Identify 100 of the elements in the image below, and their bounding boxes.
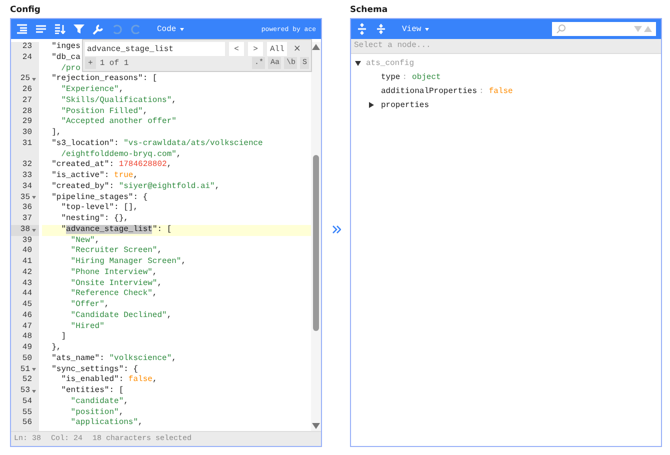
expanded-arrow-icon[interactable]: [355, 60, 361, 66]
code-line: /pro: [60, 64, 80, 74]
line-number: 42: [22, 268, 32, 278]
code-line: "New",: [70, 236, 100, 246]
code-line: "nesting": {},: [60, 214, 128, 225]
mode-dropdown[interactable]: Code: [153, 22, 188, 36]
line-number: 41: [22, 257, 32, 268]
line-number: 33: [22, 171, 32, 182]
line-number: 45: [22, 300, 32, 311]
line-number: 29: [22, 117, 32, 128]
code-line: "advance_stage_list": [: [60, 224, 172, 236]
code-line: ],: [50, 128, 62, 139]
code-line: "s3_location": "vs-crawldata/ats/volkscience: [50, 138, 263, 150]
code-line: "created_at": 1784628802,: [50, 160, 172, 171]
line-number: 28: [22, 106, 32, 118]
tree-node[interactable]: properties: [381, 100, 430, 110]
tree-node[interactable]: ats_config: [366, 58, 414, 68]
line-number: 44: [22, 289, 32, 300]
double-chevron-icon[interactable]: [332, 225, 340, 234]
property-value: object: [412, 72, 441, 82]
wrench-icon[interactable]: [92, 24, 104, 34]
code-line: "position",: [70, 408, 124, 418]
match-count: 1 of 1: [100, 58, 129, 68]
search-field[interactable]: [552, 22, 656, 36]
line-number: 53: [20, 386, 30, 397]
line-number: 39: [22, 236, 32, 246]
code-line: "db_ca: [50, 52, 80, 64]
line-number: 36: [22, 203, 32, 214]
code-line: "Candidate Declined",: [70, 310, 172, 322]
panel-title: Schema: [350, 4, 389, 17]
collapse-all-icon[interactable]: [375, 23, 387, 35]
fold-arrow-icon[interactable]: [32, 228, 36, 232]
line-number: 40: [22, 246, 32, 257]
search-icon[interactable]: [556, 24, 566, 34]
code-line: "Onsite Interview",: [70, 278, 162, 289]
code-line: "Hired": [70, 322, 104, 332]
code-line: },: [50, 343, 62, 354]
line-number: 32: [22, 160, 32, 171]
line-number: 24: [22, 52, 32, 64]
line-number: 48: [22, 332, 32, 343]
line-number: 46: [22, 310, 32, 322]
replace-toggle-button[interactable]: +: [85, 57, 96, 69]
line-number: 25: [20, 74, 30, 85]
property-value: false: [488, 86, 513, 96]
code-line: "ats_name": "volkscience",: [50, 354, 176, 364]
code-line: "sync_settings": {: [50, 364, 138, 375]
format-icon[interactable]: [16, 24, 28, 34]
compact-icon[interactable]: [35, 24, 47, 34]
panel-title: Config: [10, 4, 42, 17]
expand-all-icon[interactable]: [356, 23, 368, 35]
line-number: 23: [22, 42, 32, 53]
scrollbar[interactable]: [311, 42, 321, 431]
line-number: 56: [22, 418, 32, 429]
line-number: 54: [22, 396, 32, 408]
close-button[interactable]: ×: [291, 44, 303, 54]
line-number: 30: [22, 128, 32, 139]
view-dropdown[interactable]: View: [398, 22, 434, 36]
code-line: "Recruiter Screen",: [70, 246, 162, 257]
code-line: "Accepted another offer": [60, 117, 176, 128]
code-line: "Phone Interview",: [70, 268, 158, 278]
line-number: 51: [20, 364, 30, 376]
node-path-bar: Select a node...: [351, 39, 661, 54]
line-number: 50: [22, 354, 32, 364]
next-button[interactable]: >: [248, 42, 263, 56]
code-line: "rejection_reasons": [: [50, 74, 158, 85]
fold-arrow-icon[interactable]: [32, 368, 36, 372]
code-line: "Position Filled",: [60, 106, 148, 117]
colon-separator: :: [479, 86, 484, 96]
line-number: 47: [22, 322, 32, 332]
line-number: 49: [22, 343, 32, 354]
code-line: "Reference Check",: [70, 289, 158, 300]
code-line: "top-level": [],: [60, 203, 138, 214]
code-line: /eightfolddemo-bryq.com",: [60, 150, 182, 160]
all-button[interactable]: All: [267, 42, 288, 56]
line-number: 26: [22, 85, 32, 96]
code-line: ]: [60, 332, 66, 343]
code-line: "is_active": true,: [50, 171, 138, 182]
filter-icon[interactable]: [73, 24, 85, 34]
fold-arrow-icon[interactable]: [32, 390, 36, 393]
scrollbar-thumb[interactable]: [313, 155, 319, 331]
code-line: "pipeline_stages": {: [50, 192, 148, 203]
code-line: "entities": [: [60, 386, 124, 397]
code-line: "Experience",: [60, 85, 124, 96]
colon-separator: :: [402, 72, 408, 82]
previous-button[interactable]: <: [229, 42, 244, 56]
collapsed-arrow-icon[interactable]: [369, 102, 374, 108]
fold-arrow-icon[interactable]: [32, 78, 36, 82]
search-field[interactable]: advance_stage_list: [85, 42, 225, 56]
code-line: "Hiring Manager Screen",: [70, 257, 186, 268]
code-line: "applications",: [70, 418, 143, 429]
property-key: additionalProperties: [381, 86, 478, 96]
line-number: 55: [22, 408, 32, 418]
sort-icon[interactable]: [54, 24, 66, 34]
code-line: "Skills/Qualifications",: [60, 96, 176, 106]
line-number: 37: [22, 214, 32, 225]
line-number: 35: [20, 192, 30, 204]
code-line: "inges: [50, 42, 80, 53]
fold-arrow-icon[interactable]: [32, 196, 36, 200]
code-line: "created_by": "siyer@eightfold.ai",: [50, 182, 220, 192]
code-line: "Offer",: [70, 300, 110, 311]
